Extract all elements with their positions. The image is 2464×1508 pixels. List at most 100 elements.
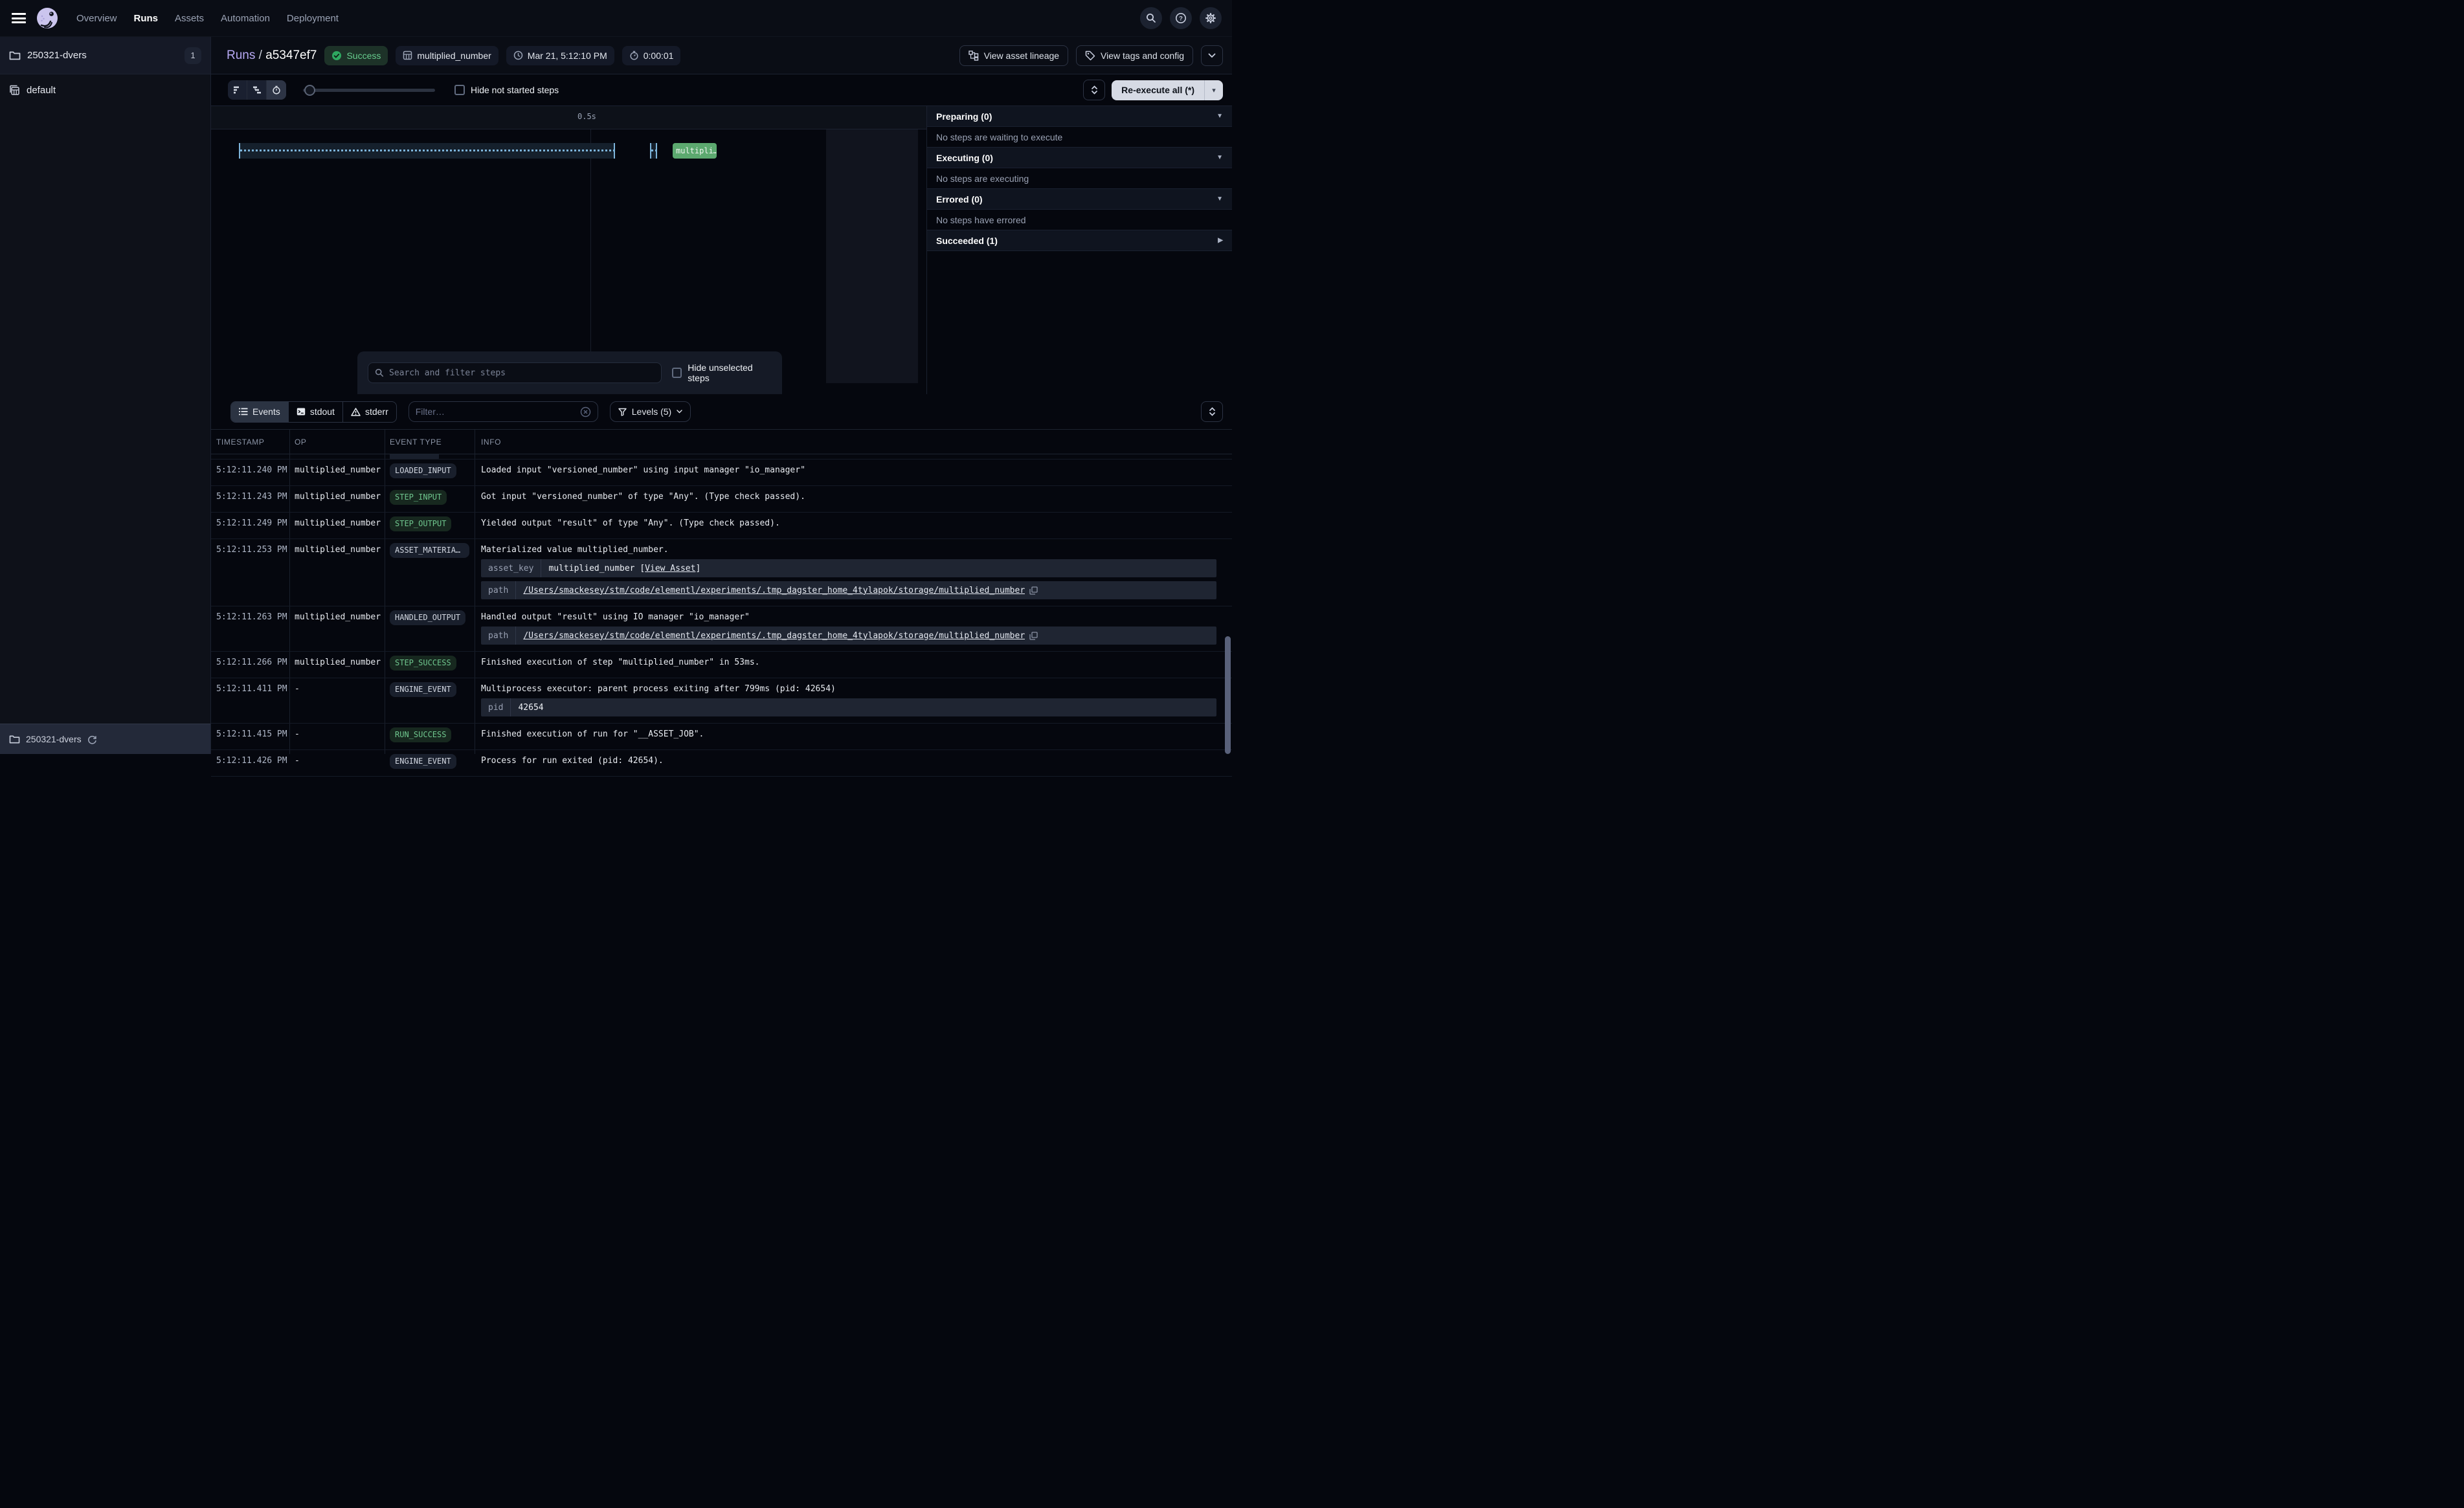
step-search-field[interactable]	[368, 362, 662, 383]
event-timestamp: 5:12:11.266 PM	[211, 652, 289, 678]
gantt-step-multiplied-number[interactable]: multipli…	[673, 143, 717, 159]
refresh-icon[interactable]	[87, 735, 97, 744]
status-section-header-1[interactable]: Executing (0)▼	[927, 148, 1232, 168]
zoom-slider[interactable]	[303, 80, 435, 100]
zoom-slider-knob[interactable]	[304, 85, 315, 96]
event-op: multiplied_number	[289, 652, 385, 678]
event-type-badge: STEP_SUCCESS	[390, 656, 456, 671]
lineage-icon	[969, 50, 979, 61]
nav-item-assets[interactable]: Assets	[175, 13, 204, 24]
event-info-text: Materialized value multiplied_number.	[481, 544, 1226, 555]
sidebar-item-default[interactable]: default	[0, 74, 210, 105]
run-header: Runs / a5347ef7 Success multiplied_numbe…	[211, 37, 1232, 74]
hide-unselected-checkbox[interactable]: Hide unselected steps	[672, 362, 772, 383]
help-icon: ?	[1175, 12, 1187, 24]
event-type-cell: HANDLED_OUTPUT	[385, 606, 475, 651]
status-section-header-0[interactable]: Preparing (0) ▼	[927, 106, 1232, 127]
search-button[interactable]	[1140, 7, 1162, 29]
run-actions-menu-button[interactable]	[1201, 45, 1223, 66]
nav-item-overview[interactable]: Overview	[76, 13, 117, 24]
metadata-label: path	[481, 626, 516, 645]
copy-path-button[interactable]	[1029, 586, 1038, 595]
breadcrumb-runs-link[interactable]: Runs	[227, 49, 255, 62]
log-filter-input[interactable]	[416, 406, 575, 417]
menu-icon[interactable]	[12, 13, 26, 23]
checkbox-icon	[454, 85, 465, 95]
waterfall-view-button[interactable]	[247, 80, 267, 100]
metadata-value: /Users/smackesey/stm/code/elementl/exper…	[516, 581, 1216, 599]
metadata-label: path	[481, 581, 516, 599]
event-type-badge: RUN_SUCCESS	[390, 727, 451, 742]
reexecute-all-button[interactable]: Re-execute all (*) ▾	[1112, 80, 1223, 100]
reexecute-menu-caret[interactable]: ▾	[1205, 80, 1223, 100]
sidebar-item-label: default	[27, 85, 56, 96]
status-section-header-2[interactable]: Errored (0)▼	[927, 189, 1232, 210]
expand-collapse-button[interactable]	[1083, 80, 1105, 100]
chevron-updown-icon	[1209, 407, 1216, 416]
hide-not-started-checkbox[interactable]: Hide not started steps	[454, 85, 559, 95]
path-link[interactable]: /Users/smackesey/stm/code/elementl/exper…	[523, 585, 1025, 596]
caret-down-icon: ▼	[1216, 113, 1223, 120]
tab-stdout[interactable]: stdout	[289, 402, 343, 422]
log-filter-field[interactable]	[409, 401, 598, 422]
nav-links: Overview Runs Assets Automation Deployment	[76, 13, 339, 24]
nav-item-deployment[interactable]: Deployment	[287, 13, 339, 24]
levels-filter-button[interactable]: Levels (5)	[610, 401, 691, 422]
expand-all-rows-button[interactable]	[1201, 401, 1223, 422]
run-id: a5347ef7	[265, 49, 317, 62]
step-search-input[interactable]	[389, 368, 655, 378]
event-op: multiplied_number	[289, 486, 385, 512]
metadata-label: pid	[481, 698, 511, 716]
clear-filter-icon[interactable]	[580, 406, 591, 417]
breadcrumb: Runs / a5347ef7	[227, 49, 317, 63]
event-op: multiplied_number	[289, 513, 385, 538]
event-info: Process for run exited (pid: 42654).	[475, 750, 1232, 776]
tab-stderr[interactable]: stderr	[343, 402, 396, 422]
path-link[interactable]: /Users/smackesey/stm/code/elementl/exper…	[523, 630, 1025, 641]
warning-icon	[351, 408, 361, 416]
copy-path-button[interactable]	[1029, 632, 1038, 640]
nav-item-runs[interactable]: Runs	[134, 13, 159, 24]
status-section-title: Preparing (0)	[936, 111, 992, 122]
view-tags-config-button[interactable]: View tags and config	[1076, 45, 1193, 66]
event-type-badge: HANDLED_OUTPUT	[390, 610, 465, 625]
metadata-entry: path/Users/smackesey/stm/code/elementl/e…	[481, 581, 1216, 599]
col-event-type: EVENT TYPE	[385, 438, 475, 447]
caret-down-icon: ▼	[1216, 154, 1223, 161]
sidebar-group-row[interactable]: 250321-dvers 1	[0, 37, 210, 74]
clock-icon	[513, 50, 523, 60]
folder-icon	[9, 735, 20, 744]
status-section-message: No steps are waiting to execute	[927, 127, 1232, 148]
asset-badge[interactable]: multiplied_number	[396, 46, 498, 65]
sidebar-group-label: 250321-dvers	[27, 50, 178, 61]
step-waiting-bar	[239, 143, 615, 159]
status-section-header-3[interactable]: Succeeded (1)▶	[927, 230, 1232, 251]
event-type-cell: ENGINE_EVENT	[385, 678, 475, 723]
nav-item-automation[interactable]: Automation	[221, 13, 270, 24]
metadata-value: /Users/smackesey/stm/code/elementl/exper…	[516, 626, 1216, 645]
event-op: multiplied_number	[289, 539, 385, 606]
tag-icon	[1085, 50, 1095, 61]
dagster-logo-icon[interactable]	[35, 6, 60, 30]
flat-view-button[interactable]	[228, 80, 247, 100]
caret-right-icon: ▶	[1218, 237, 1223, 244]
event-info-text: Handled output "result" using IO manager…	[481, 612, 1226, 623]
success-check-icon	[331, 50, 342, 61]
help-button[interactable]: ?	[1170, 7, 1192, 29]
event-op: -	[289, 724, 385, 749]
vertical-scrollbar[interactable]	[1225, 636, 1231, 754]
settings-button[interactable]	[1200, 7, 1222, 29]
event-timestamp: 5:12:11.426 PM	[211, 750, 289, 776]
event-row: 5:12:11.249 PMmultiplied_numberSTEP_OUTP…	[211, 513, 1232, 539]
col-timestamp: TIMESTAMP	[211, 438, 289, 447]
duration-badge: 0:00:01	[622, 46, 681, 65]
event-type-badge: LOADED_INPUT	[390, 463, 456, 478]
event-list-icon	[239, 408, 248, 416]
tab-events[interactable]: Events	[231, 402, 289, 422]
datetime-badge: Mar 21, 5:12:10 PM	[506, 46, 614, 65]
funnel-icon	[618, 408, 627, 416]
view-asset-link[interactable]: View Asset	[645, 563, 695, 574]
view-asset-lineage-button[interactable]: View asset lineage	[959, 45, 1068, 66]
timed-view-button[interactable]	[267, 80, 286, 100]
event-op: multiplied_number	[289, 460, 385, 485]
